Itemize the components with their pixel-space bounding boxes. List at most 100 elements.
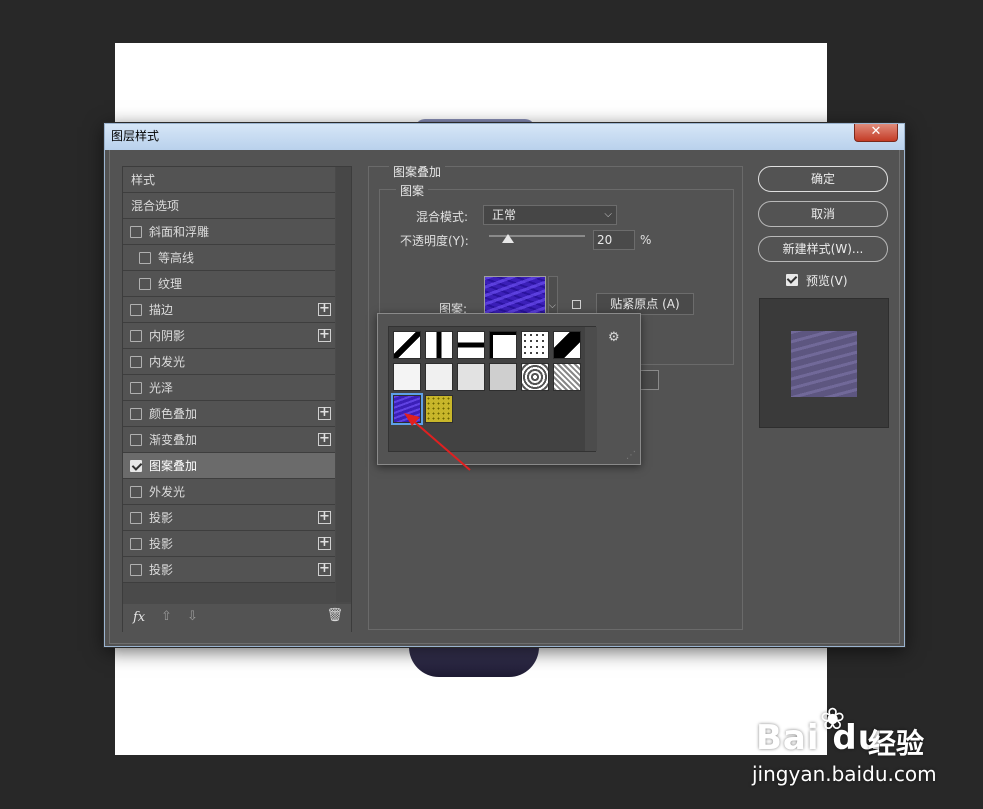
style-item-label: 光泽 [149,381,174,395]
add-effect-icon[interactable]: + [318,536,331,550]
pattern-swatch[interactable] [425,363,453,391]
style-checkbox[interactable] [130,304,142,316]
new-style-button[interactable]: 新建样式(W)... [758,236,888,262]
style-checkbox[interactable] [130,486,142,498]
opacity-unit: % [640,233,652,247]
pattern-swatch[interactable] [457,331,485,359]
style-item[interactable]: 外发光 [123,479,335,505]
style-item-label: 内发光 [149,355,186,369]
styles-scrollbar[interactable] [336,167,351,602]
move-down-icon[interactable]: ⇩ [187,609,198,624]
add-effect-icon[interactable]: + [318,406,331,420]
style-item[interactable]: 投影 + [123,531,335,557]
style-checkbox[interactable] [130,330,142,342]
paw-icon: ❀ [820,702,846,737]
style-item[interactable]: 内阴影 + [123,323,335,349]
pattern-swatch[interactable] [425,395,453,423]
opacity-input[interactable]: 20 [593,230,635,250]
pattern-swatch[interactable] [489,331,517,359]
fx-icon[interactable]: fx [133,610,145,625]
style-item[interactable]: 光泽 [123,375,335,401]
add-effect-icon[interactable]: + [318,328,331,342]
trash-icon[interactable]: 🗑 [326,608,343,623]
style-item[interactable]: 描边 + [123,297,335,323]
pattern-grid [388,326,597,452]
style-item[interactable]: 等高线 [123,245,335,271]
style-item-label: 外发光 [149,485,186,499]
style-item[interactable]: 混合选项 [123,193,335,219]
style-checkbox[interactable] [130,226,142,238]
style-item-label: 投影 [149,537,174,551]
add-effect-icon[interactable]: + [318,432,331,446]
add-effect-icon[interactable]: + [318,510,331,524]
styles-footer: fx ⇧ ⇩ 🗑 [123,604,351,632]
style-checkbox[interactable] [139,278,151,290]
style-item[interactable]: 内发光 [123,349,335,375]
style-checkbox[interactable] [130,512,142,524]
style-checkbox[interactable] [139,252,151,264]
style-item-label: 图案叠加 [149,459,198,473]
pattern-swatch[interactable] [521,363,549,391]
pattern-swatch[interactable] [393,363,421,391]
watermark: Bai du ❀ 经验 jingyan.baidu.com [748,700,978,790]
style-checkbox[interactable] [130,460,142,472]
blend-mode-select[interactable]: 正常 ⌵ [483,205,617,225]
ok-button[interactable]: 确定 [758,166,888,192]
style-checkbox[interactable] [130,408,142,420]
pattern-swatch[interactable] [553,331,581,359]
can-bottom-image [409,647,539,677]
pattern-swatch[interactable] [425,331,453,359]
group-title: 图案叠加 [389,163,446,180]
subgroup-title: 图案 [396,182,429,199]
pattern-swatch[interactable] [553,363,581,391]
style-item-label: 投影 [149,511,174,525]
gear-icon[interactable]: ⚙ [608,330,620,345]
style-item[interactable]: 纹理 [123,271,335,297]
resize-grip-icon[interactable]: ⋰ [626,450,636,461]
chevron-down-icon: ⌵ [604,209,612,220]
picker-scrollbar[interactable] [585,327,597,451]
style-item[interactable]: 投影 + [123,557,335,583]
style-checkbox[interactable] [130,564,142,576]
style-item-label: 样式 [131,173,156,187]
snap-to-origin-button[interactable]: 贴紧原点 (A) [596,293,694,315]
dialog-titlebar[interactable]: 图层样式 ✕ [105,124,904,150]
style-checkbox[interactable] [130,434,142,446]
close-button[interactable]: ✕ [854,124,898,142]
pattern-swatch[interactable] [521,331,549,359]
pattern-picker: ⚙ ⋰ [377,313,641,465]
style-item-label: 内阴影 [149,329,186,343]
move-up-icon[interactable]: ⇧ [161,609,172,624]
pattern-swatch[interactable] [393,331,421,359]
style-checkbox[interactable] [130,382,142,394]
pattern-swatch[interactable] [489,363,517,391]
watermark-brand: 经验 [868,727,925,760]
style-item[interactable]: 颜色叠加 + [123,401,335,427]
style-item-label: 渐变叠加 [149,433,198,447]
dialog-title: 图层样式 [111,129,160,143]
cancel-button[interactable]: 取消 [758,201,888,227]
preview-box [759,298,889,428]
pattern-swatch[interactable] [457,363,485,391]
add-effect-icon[interactable]: + [318,302,331,316]
preview-check[interactable] [786,274,798,286]
style-item[interactable]: 样式 [123,167,335,193]
styles-list: 样式混合选项斜面和浮雕等高线纹理描边 + 内阴影 + 内发光光泽颜色叠加 + 渐变叠加 + 图案… [123,167,335,583]
style-item[interactable]: 图案叠加 [123,453,335,479]
opacity-slider-thumb[interactable] [502,234,515,243]
new-preset-icon[interactable] [572,300,581,309]
blend-mode-value: 正常 [492,208,517,222]
add-effect-icon[interactable]: + [318,562,331,576]
styles-panel: 样式混合选项斜面和浮雕等高线纹理描边 + 内阴影 + 内发光光泽颜色叠加 + 渐变叠加 + 图案… [122,166,352,632]
preview-label: 预览(V) [806,274,848,288]
style-item[interactable]: 斜面和浮雕 [123,219,335,245]
style-item[interactable]: 渐变叠加 + [123,427,335,453]
style-item-label: 斜面和浮雕 [149,225,210,239]
style-checkbox[interactable] [130,538,142,550]
style-item-label: 纹理 [158,277,183,291]
watermark-url: jingyan.baidu.com [752,762,937,786]
pattern-swatch[interactable] [391,393,423,425]
style-item-label: 等高线 [158,251,195,265]
style-item[interactable]: 投影 + [123,505,335,531]
style-checkbox[interactable] [130,356,142,368]
